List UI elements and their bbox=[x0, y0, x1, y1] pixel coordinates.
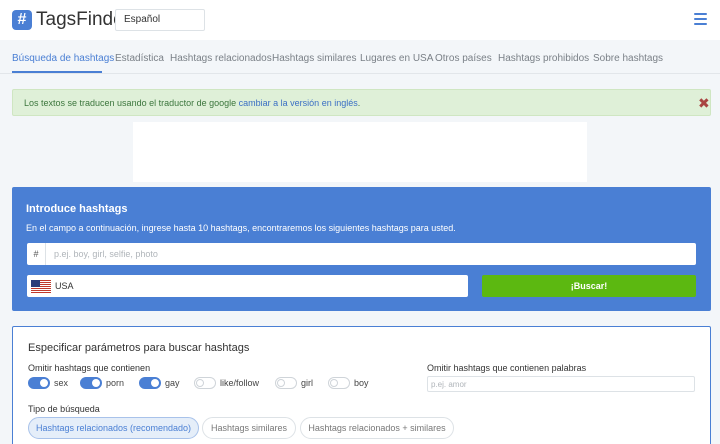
toggle-label: porn bbox=[106, 378, 125, 388]
toggle-girl[interactable]: girl bbox=[275, 377, 313, 389]
toggle-boy[interactable]: boy bbox=[328, 377, 369, 389]
toggle-like-follow[interactable]: like/follow bbox=[194, 377, 259, 389]
type-related-recommended-button[interactable]: Hashtags relacionados (recomendado) bbox=[28, 417, 199, 439]
tab-lugares-en-usa[interactable]: Lugares en USA bbox=[360, 53, 433, 64]
hashtag-placeholder: p.ej. boy, girl, selfie, photo bbox=[54, 249, 158, 259]
hash-logo-icon: # bbox=[12, 10, 32, 30]
switch-on[interactable] bbox=[80, 377, 102, 389]
nav-tabs: Búsqueda de hashtags Estadística Hashtag… bbox=[0, 40, 720, 74]
panel-description: En el campo a continuación, ingrese hast… bbox=[26, 223, 456, 233]
toggle-label: girl bbox=[301, 378, 314, 388]
toggle-porn[interactable]: porn bbox=[80, 377, 124, 389]
tab-hashtags-similares[interactable]: Hashtags similares bbox=[272, 53, 356, 64]
country-select[interactable]: USA bbox=[27, 275, 468, 297]
active-tab-indicator bbox=[12, 71, 102, 73]
params-title: Especificar parámetros para buscar hasht… bbox=[28, 342, 250, 354]
toggle-label: sex bbox=[54, 378, 69, 388]
panel-title: Introduce hashtags bbox=[26, 203, 128, 215]
ad-placeholder bbox=[133, 122, 587, 182]
params-panel: Especificar parámetros para buscar hasht… bbox=[12, 326, 711, 444]
search-type-label: Tipo de búsqueda bbox=[28, 404, 100, 414]
country-value: USA bbox=[55, 281, 74, 291]
toggle-label: like/follow bbox=[220, 378, 260, 388]
us-flag-icon bbox=[31, 280, 51, 293]
omit-words-label: Omitir hashtags que contienen palabras bbox=[427, 363, 587, 373]
switch-off[interactable] bbox=[328, 377, 350, 389]
switch-on[interactable] bbox=[28, 377, 50, 389]
hash-prefix: # bbox=[27, 243, 46, 265]
type-related-similar-button[interactable]: Hashtags relacionados + similares bbox=[300, 417, 454, 439]
tab-estadistica[interactable]: Estadística bbox=[115, 53, 164, 64]
translation-alert: Los textos se traducen usando el traduct… bbox=[12, 89, 711, 116]
hashtag-input[interactable]: # p.ej. boy, girl, selfie, photo bbox=[27, 243, 696, 265]
type-similar-button[interactable]: Hashtags similares bbox=[202, 417, 296, 439]
close-icon[interactable]: ✖ bbox=[698, 96, 710, 110]
hamburger-icon[interactable] bbox=[694, 13, 707, 25]
omit-words-input[interactable]: p.ej. amor bbox=[427, 376, 695, 392]
english-version-link[interactable]: cambiar a la versión en inglés bbox=[239, 98, 358, 108]
switch-off[interactable] bbox=[275, 377, 297, 389]
language-select[interactable]: Español bbox=[115, 9, 205, 31]
alert-text: Los textos se traducen usando el traduct… bbox=[24, 98, 361, 108]
logo[interactable]: # TagsFinder bbox=[12, 9, 130, 31]
switch-off[interactable] bbox=[194, 377, 216, 389]
omit-words-placeholder: p.ej. amor bbox=[431, 380, 467, 389]
toggle-sex[interactable]: sex bbox=[28, 377, 68, 389]
toggle-gay[interactable]: gay bbox=[139, 377, 180, 389]
tab-otros-paises[interactable]: Otros países bbox=[435, 53, 492, 64]
search-panel: Introduce hashtags En el campo a continu… bbox=[12, 187, 711, 311]
toggle-label: boy bbox=[354, 378, 369, 388]
omit-label: Omitir hashtags que contienen bbox=[28, 363, 151, 373]
header: # TagsFinder Español bbox=[0, 0, 720, 40]
switch-on[interactable] bbox=[139, 377, 161, 389]
tab-hashtags-relacionados[interactable]: Hashtags relacionados bbox=[170, 53, 272, 64]
tab-hashtags-prohibidos[interactable]: Hashtags prohibidos bbox=[498, 53, 589, 64]
toggle-label: gay bbox=[165, 378, 180, 388]
tab-busqueda-de-hashtags[interactable]: Búsqueda de hashtags bbox=[12, 53, 114, 64]
search-button[interactable]: ¡Buscar! bbox=[482, 275, 696, 297]
tab-sobre-hashtags[interactable]: Sobre hashtags bbox=[593, 53, 663, 64]
